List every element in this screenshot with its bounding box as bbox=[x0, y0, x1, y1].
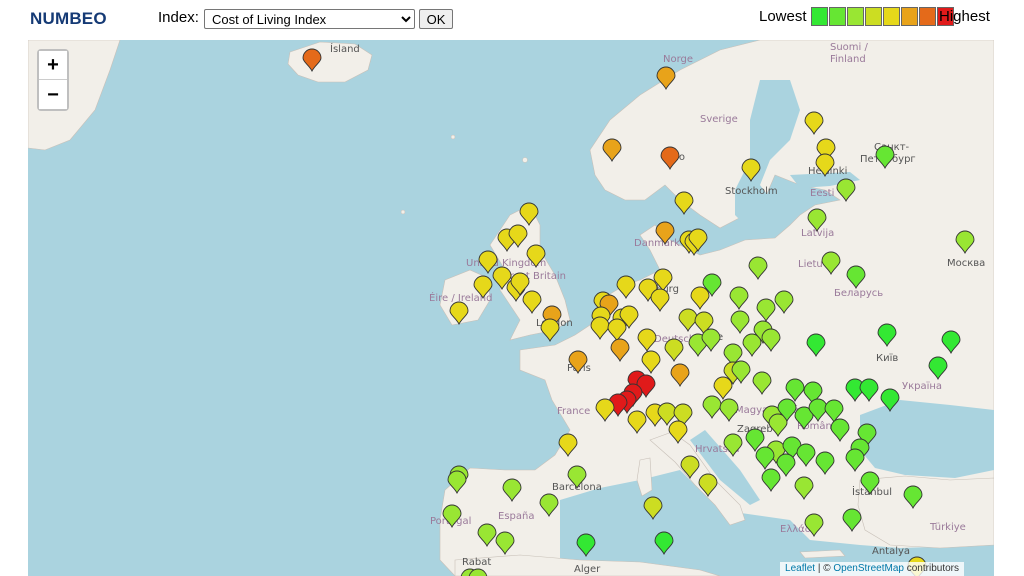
label-france: France bbox=[557, 406, 590, 417]
city-marker[interactable] bbox=[540, 318, 560, 343]
island-azores bbox=[400, 209, 406, 215]
legend-swatch-3 bbox=[847, 7, 864, 26]
zoom-control: + − bbox=[37, 49, 69, 111]
map[interactable]: Ísland Norge Sverige Suomi / Finland Osl… bbox=[28, 40, 994, 576]
legend-swatch-7 bbox=[919, 7, 936, 26]
osm-link[interactable]: OpenStreetMap bbox=[833, 563, 904, 574]
index-select[interactable]: Cost of Living Index bbox=[204, 9, 415, 29]
island-faroe bbox=[450, 134, 456, 140]
zoom-in-button[interactable]: + bbox=[39, 51, 67, 80]
legend-highest-label: Highest bbox=[939, 8, 990, 25]
numbeo-logo[interactable]: NUMBEO bbox=[30, 9, 107, 29]
label-antalya: Antalya bbox=[872, 546, 910, 557]
legend-swatch-4 bbox=[865, 7, 882, 26]
label-belarus: Беларусь bbox=[834, 288, 883, 299]
legend-swatches bbox=[811, 7, 954, 26]
legend-swatch-5 bbox=[883, 7, 900, 26]
leaflet-link[interactable]: Leaflet bbox=[785, 563, 815, 574]
label-turkiye: Türkiye bbox=[929, 522, 966, 533]
label-norge: Norge bbox=[663, 54, 693, 65]
label-ukraina: Україна bbox=[902, 381, 942, 392]
label-suomi2: Finland bbox=[830, 54, 866, 65]
label-kyiv: Київ bbox=[876, 353, 898, 364]
label-moskva: Москва bbox=[947, 258, 985, 269]
label-stockholm: Stockholm bbox=[725, 186, 778, 197]
label-island: Ísland bbox=[330, 42, 360, 55]
index-label: Index: bbox=[158, 9, 199, 26]
attribution-separator: | © bbox=[815, 563, 834, 574]
label-alger: Alger bbox=[574, 564, 601, 575]
legend-swatch-2 bbox=[829, 7, 846, 26]
city-marker[interactable] bbox=[478, 250, 498, 275]
island-shetland bbox=[522, 157, 528, 163]
label-sverige: Sverige bbox=[700, 114, 738, 125]
legend-swatch-6 bbox=[901, 7, 918, 26]
attribution-suffix: contributors bbox=[903, 563, 959, 574]
label-suomi1: Suomi / bbox=[830, 42, 869, 53]
map-attribution: Leaflet | © OpenStreetMap contributors bbox=[780, 562, 964, 576]
label-rabat: Rabat bbox=[462, 557, 491, 568]
legend-swatch-1 bbox=[811, 7, 828, 26]
map-tiles: Ísland Norge Sverige Suomi / Finland Osl… bbox=[28, 40, 994, 576]
label-danmark: Danmark bbox=[634, 238, 680, 249]
label-eesti: Eesti bbox=[810, 188, 834, 199]
zoom-out-button[interactable]: − bbox=[39, 80, 67, 109]
city-marker[interactable] bbox=[674, 191, 694, 216]
top-bar: NUMBEO Index: Cost of Living Index OK Lo… bbox=[0, 0, 1024, 40]
legend-lowest-label: Lowest bbox=[759, 8, 807, 25]
label-espana: España bbox=[498, 511, 534, 522]
sea-black bbox=[860, 400, 994, 478]
ok-button[interactable]: OK bbox=[419, 9, 453, 29]
